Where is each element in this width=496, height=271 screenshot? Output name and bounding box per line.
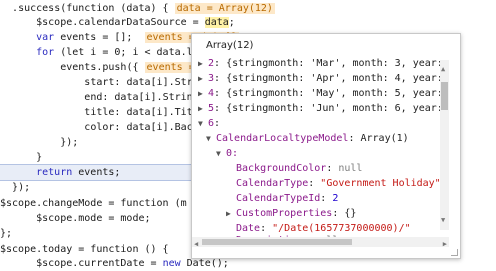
vertical-scroll-thumb[interactable]	[441, 82, 448, 110]
hovered-identifier[interactable]: data	[204, 17, 229, 28]
inline-value-tag: events =	[144, 62, 197, 73]
array-item-row[interactable]: ▶ 5: {stringmonth: 'Jun', month: 6, year:	[198, 101, 443, 116]
scroll-down-icon[interactable]: ▼	[441, 213, 445, 228]
variable-inspector-popup[interactable]: Array(12) ▶ 2: {stringmonth: 'Mar', month…	[191, 33, 461, 259]
array-item-row[interactable]: ▶ 3: {stringmonth: 'Apr', month: 4, year:	[198, 71, 443, 86]
code-line: });	[60, 137, 79, 148]
model-row[interactable]: ▼ CalendarLocaltypeModel: Array(1)	[206, 131, 409, 146]
code-line: $scope.calendarDataSource = data;	[36, 17, 235, 28]
collapse-arrow-icon[interactable]: ▼	[198, 116, 208, 131]
expand-arrow-icon[interactable]: ▶	[198, 71, 208, 86]
collapse-arrow-icon[interactable]: ▼	[206, 131, 216, 146]
array-item-row[interactable]: ▶ 4: {stringmonth: 'May', month: 5, year:	[198, 86, 443, 101]
horizontal-scroll-thumb[interactable]	[202, 239, 352, 245]
popup-title: Array(12)	[206, 40, 254, 51]
code-line: events.push({ events =	[60, 62, 197, 73]
scroll-right-icon[interactable]: ▶	[443, 237, 447, 252]
property-row: BackgroundColor: null	[236, 163, 363, 174]
inline-value-tag: data = Array(12)	[174, 3, 275, 14]
expand-arrow-icon[interactable]: ▶	[226, 206, 236, 221]
code-line: $scope.changeMode = function (m	[0, 198, 187, 209]
scroll-up-icon[interactable]: ▲	[441, 62, 445, 77]
code-line: }	[36, 152, 43, 163]
code-line: $scope.today = function () {	[0, 244, 169, 255]
code-line: color: data[i].Back	[84, 122, 199, 133]
expand-arrow-icon[interactable]: ▶	[198, 86, 208, 101]
property-row: CalendarTypeId: 2	[236, 193, 339, 204]
code-line: $scope.mode = mode;	[36, 213, 151, 224]
property-row: CalendarType: "Government Holiday"	[236, 178, 441, 189]
code-line: title: data[i].Titl	[84, 107, 199, 118]
vertical-scrollbar[interactable]: ▲ ▼	[440, 60, 449, 230]
property-row[interactable]: ▶ CustomProperties: {}	[226, 206, 356, 221]
array-item-row-expanded[interactable]: ▼ 6:	[198, 116, 220, 131]
code-line: start: data[i].Stri	[84, 77, 199, 88]
collapse-arrow-icon[interactable]: ▼	[216, 146, 226, 161]
expand-arrow-icon[interactable]: ▶	[198, 56, 208, 71]
code-line: end: data[i].String	[84, 92, 199, 103]
current-execution-line: return events;	[0, 164, 196, 181]
code-line: };	[0, 228, 13, 239]
code-line: for (let i = 0; i < data.le	[36, 47, 199, 58]
array-item-row[interactable]: ▶ 2: {stringmonth: 'Mar', month: 3, year:	[198, 56, 443, 71]
model-index-row[interactable]: ▼ 0:	[216, 146, 238, 161]
expand-arrow-icon[interactable]: ▶	[198, 101, 208, 116]
resize-grip-icon[interactable]	[451, 249, 458, 256]
code-line: .success(function (data) { data = Array(…	[12, 3, 275, 14]
code-line: });	[12, 182, 31, 193]
horizontal-scrollbar[interactable]: ◀ ▶	[192, 237, 449, 248]
scroll-left-icon[interactable]: ◀	[194, 237, 198, 252]
